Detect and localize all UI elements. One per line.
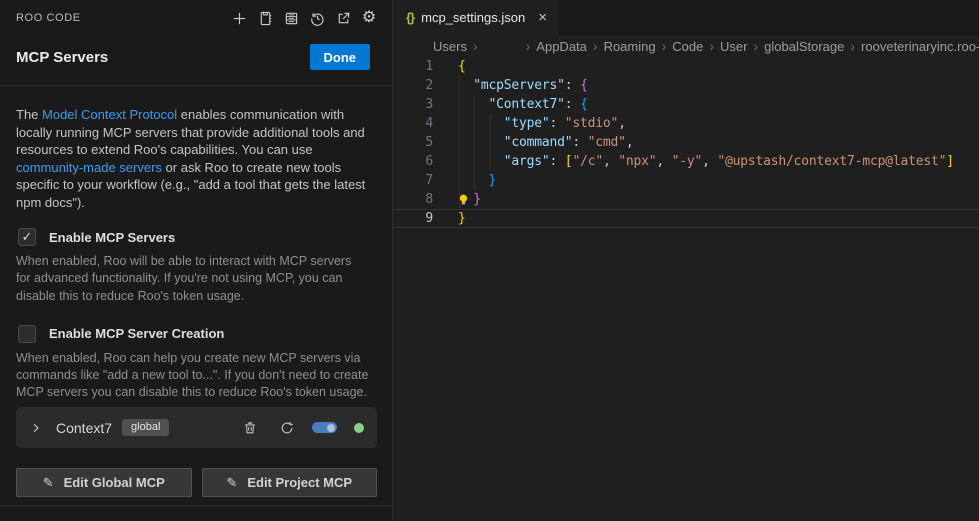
breadcrumb-separator-icon: ›	[709, 38, 714, 54]
enable-mcp-creation-description: When enabled, Roo can help you create ne…	[0, 343, 385, 402]
code-text: "command": "cmd",	[433, 135, 633, 150]
line-number: 8	[394, 192, 433, 207]
check-icon: ✓	[22, 229, 33, 245]
edit-global-mcp-label: Edit Global MCP	[64, 475, 165, 490]
page-header: MCP Servers Done	[0, 30, 392, 82]
mcp-servers-icon[interactable]	[282, 9, 300, 27]
enable-mcp-servers-label: Enable MCP Servers	[49, 230, 175, 245]
enable-mcp-creation-label: Enable MCP Server Creation	[49, 326, 224, 341]
breadcrumb-item[interactable]: Code	[672, 39, 703, 54]
editor-group: {} mcp_settings.json × Users › › AppData › Ro…	[394, 0, 979, 521]
quick-fix-lightbulb-icon[interactable]	[457, 193, 470, 206]
line-number: 6	[394, 154, 433, 169]
enable-mcp-servers-checkbox[interactable]: ✓	[18, 228, 36, 246]
line-number: 3	[394, 97, 433, 112]
edit-project-mcp-button[interactable]: ✎ Edit Project MCP	[202, 468, 378, 497]
enable-mcp-servers-row: ✓ Enable MCP Servers	[0, 211, 392, 246]
intro-text: The	[16, 107, 42, 122]
code-line-3[interactable]: 3 "Context7": {	[394, 95, 979, 114]
code-line-7[interactable]: 7 }	[394, 171, 979, 190]
json-file-icon: {}	[406, 10, 414, 25]
mcp-description: The Model Context Protocol enables commu…	[0, 86, 383, 211]
server-actions	[241, 419, 364, 436]
edit-global-mcp-button[interactable]: ✎ Edit Global MCP	[16, 468, 192, 497]
server-enabled-toggle[interactable]	[312, 422, 337, 433]
breadcrumb-item[interactable]: globalStorage	[764, 39, 844, 54]
delete-server-icon[interactable]	[241, 419, 258, 436]
breadcrumb-separator-icon: ›	[593, 38, 598, 54]
code-line-4[interactable]: 4 "type": "stdio",	[394, 114, 979, 133]
code-text: "type": "stdio",	[433, 116, 626, 131]
extension-title: ROO CODE	[16, 12, 81, 24]
code-text: "Context7": {	[433, 97, 588, 112]
settings-gear-icon[interactable]: ⚙	[360, 9, 378, 27]
line-number: 2	[394, 78, 433, 93]
plus-icon[interactable]	[230, 9, 248, 27]
mcp-footer-buttons: ✎ Edit Global MCP ✎ Edit Project MCP	[16, 468, 377, 497]
code-text: "args": ["/c", "npx", "-y", "@upstash/co…	[433, 154, 954, 169]
breadcrumb-separator-icon: ›	[473, 38, 478, 54]
enable-mcp-creation-checkbox[interactable]: ✓	[18, 325, 36, 343]
community-servers-link[interactable]: community-made servers	[16, 160, 162, 175]
line-number: 5	[394, 135, 433, 150]
code-line-9[interactable]: 9}	[394, 209, 979, 228]
breadcrumb-separator-icon: ›	[526, 38, 531, 54]
page-title: MCP Servers	[16, 49, 108, 66]
code-line-5[interactable]: 5 "command": "cmd",	[394, 133, 979, 152]
server-status-dot	[354, 423, 364, 433]
pencil-icon: ✎	[43, 475, 54, 491]
breadcrumb-separator-icon: ›	[662, 38, 667, 54]
code-text: "mcpServers": {	[433, 78, 588, 93]
edit-project-mcp-label: Edit Project MCP	[247, 475, 352, 490]
code-line-6[interactable]: 6 "args": ["/c", "npx", "-y", "@upstash/…	[394, 152, 979, 171]
breadcrumb-item[interactable]: AppData	[536, 39, 587, 54]
roo-code-sidebar: ROO CODE ⚙	[0, 0, 393, 521]
code-line-1[interactable]: 1{	[394, 57, 979, 76]
expand-chevron-icon[interactable]	[30, 422, 42, 434]
history-icon[interactable]	[308, 9, 326, 27]
toggle-knob	[327, 424, 335, 432]
code-line-2[interactable]: 2 "mcpServers": {	[394, 76, 979, 95]
code-text: }	[433, 173, 496, 188]
code-line-8[interactable]: 8 }	[394, 190, 979, 209]
mcp-server-card: Context7 global	[16, 407, 377, 448]
done-button[interactable]: Done	[310, 44, 371, 70]
code-editor[interactable]: 1{2 "mcpServers": {3 "Context7": {4 "typ…	[394, 57, 979, 521]
panel-bottom-divider	[0, 505, 393, 506]
line-number: 7	[394, 173, 433, 188]
enable-mcp-creation-row: ✓ Enable MCP Server Creation	[0, 305, 392, 343]
vscode-window: ROO CODE ⚙	[0, 0, 979, 521]
open-in-editor-icon[interactable]	[334, 9, 352, 27]
breadcrumb-item[interactable]: Roaming	[604, 39, 656, 54]
tab-mcp-settings-json[interactable]: {} mcp_settings.json ×	[394, 0, 558, 35]
breadcrumb-separator-icon: ›	[850, 38, 855, 54]
line-number: 9	[394, 211, 433, 226]
breadcrumb-item[interactable]: rooveterinaryinc.roo-cli	[861, 39, 979, 54]
editor-tab-bar: {} mcp_settings.json ×	[394, 0, 979, 35]
enable-mcp-servers-description: When enabled, Roo will be able to intera…	[0, 246, 385, 305]
code-text: }	[433, 211, 466, 226]
server-name: Context7	[56, 420, 112, 436]
breadcrumb-separator-icon: ›	[753, 38, 758, 54]
line-number: 1	[394, 59, 433, 74]
pencil-icon: ✎	[226, 475, 237, 491]
line-number: 4	[394, 116, 433, 131]
breadcrumb-item[interactable]: Users	[433, 39, 467, 54]
breadcrumb[interactable]: Users › › AppData › Roaming › Code › User › globalS…	[394, 35, 979, 57]
tab-filename: mcp_settings.json	[421, 10, 525, 25]
panel-header: ROO CODE ⚙	[0, 0, 392, 30]
restart-server-icon[interactable]	[278, 419, 295, 436]
panel-header-actions: ⚙	[230, 9, 378, 27]
notebook-icon[interactable]	[256, 9, 274, 27]
server-scope-badge: global	[122, 419, 169, 436]
breadcrumb-item[interactable]: User	[720, 39, 747, 54]
model-context-protocol-link[interactable]: Model Context Protocol	[42, 107, 177, 122]
code-text: {	[433, 59, 466, 74]
close-tab-icon[interactable]: ×	[538, 10, 547, 25]
